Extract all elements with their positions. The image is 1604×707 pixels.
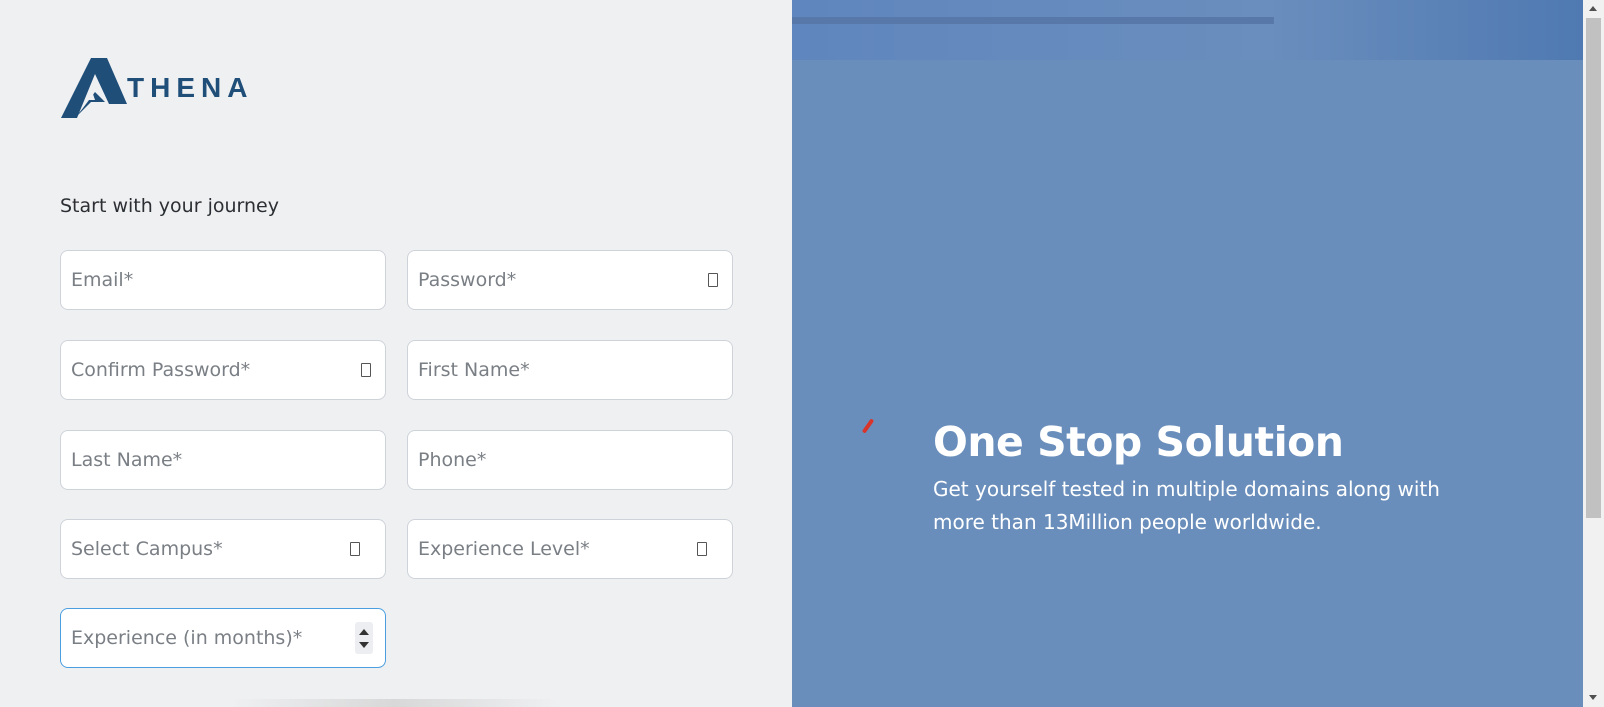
experience-months-placeholder: Experience (in months)* [71, 627, 303, 649]
campus-select[interactable]: Select Campus* [60, 519, 386, 579]
hero-top-line [792, 17, 1274, 24]
loading-spinner-icon [861, 418, 875, 434]
email-placeholder: Email* [71, 269, 134, 291]
page-scrollbar[interactable] [1583, 0, 1604, 707]
password-placeholder: Password* [418, 269, 517, 291]
last-name-field[interactable]: Last Name* [60, 430, 386, 490]
confirm-password-field[interactable]: Confirm Password* [60, 340, 386, 400]
experience-months-input[interactable]: Experience (in months)* [60, 608, 386, 668]
password-toggle-icon[interactable] [361, 363, 371, 377]
hero-title: One Stop Solution [933, 418, 1344, 466]
athena-logo-icon [61, 58, 127, 118]
hero-top-band [792, 0, 1583, 60]
first-name-placeholder: First Name* [418, 359, 530, 381]
submit-button-shadow [230, 699, 560, 707]
password-toggle-icon[interactable] [708, 273, 718, 287]
number-spinner[interactable] [355, 622, 373, 654]
first-name-field[interactable]: First Name* [407, 340, 733, 400]
hero-description: Get yourself tested in multiple domains … [933, 477, 1440, 534]
last-name-placeholder: Last Name* [71, 449, 183, 471]
signup-panel: THENA Start with your journey Email* Pas… [0, 0, 792, 707]
athena-logo: THENA [61, 58, 253, 118]
phone-field[interactable]: Phone* [407, 430, 733, 490]
password-field[interactable]: Password* [407, 250, 733, 310]
email-field[interactable]: Email* [60, 250, 386, 310]
experience-level-select[interactable]: Experience Level* [407, 519, 733, 579]
decrement-arrow-icon[interactable] [359, 641, 369, 648]
brand-name: THENA [127, 72, 254, 103]
campus-placeholder: Select Campus* [71, 538, 223, 560]
scrollbar-thumb[interactable] [1586, 18, 1601, 518]
increment-arrow-icon[interactable] [359, 628, 369, 635]
hero-panel: One Stop Solution Get yourself tested in… [792, 0, 1583, 707]
dropdown-icon[interactable] [350, 542, 360, 556]
phone-placeholder: Phone* [418, 449, 487, 471]
scroll-down-arrow-icon[interactable] [1589, 695, 1597, 700]
scroll-up-arrow-icon[interactable] [1589, 6, 1597, 11]
form-heading: Start with your journey [60, 195, 279, 217]
experience-level-placeholder: Experience Level* [418, 538, 590, 560]
dropdown-icon[interactable] [697, 542, 707, 556]
confirm-password-placeholder: Confirm Password* [71, 359, 251, 381]
